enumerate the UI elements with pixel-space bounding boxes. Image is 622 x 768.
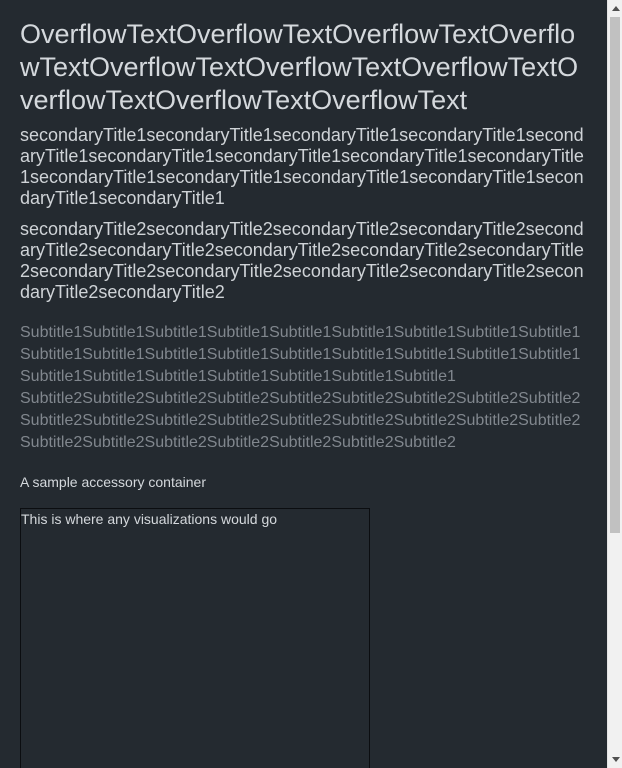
subtitle-1: Subtitle1Subtitle1Subtitle1Subtitle1Subt… xyxy=(20,324,581,385)
vertical-scrollbar[interactable] xyxy=(607,0,622,768)
page-title: OverflowTextOverflowTextOverflowTextOver… xyxy=(20,19,579,115)
scrollbar-thumb[interactable] xyxy=(610,17,620,533)
secondary-title-1: secondaryTitle1secondaryTitle1secondaryT… xyxy=(20,125,584,208)
accessory-container: A sample accessory container xyxy=(20,474,206,490)
triangle-up-icon xyxy=(611,6,620,11)
subtitle-2: Subtitle2Subtitle2Subtitle2Subtitle2Subt… xyxy=(20,390,581,451)
page-viewport: OverflowTextOverflowTextOverflowTextOver… xyxy=(0,0,607,768)
scroll-down-button[interactable] xyxy=(608,751,622,768)
triangle-down-icon xyxy=(611,757,620,762)
visualization-placeholder-text: This is where any visualizations would g… xyxy=(21,511,278,527)
visualization-container: This is where any visualizations would g… xyxy=(20,508,370,768)
subtitle-group: Subtitle1Subtitle1Subtitle1Subtitle1Subt… xyxy=(20,322,587,454)
page-header: OverflowTextOverflowTextOverflowTextOver… xyxy=(20,18,587,493)
scroll-up-button[interactable] xyxy=(608,0,622,17)
secondary-title-2: secondaryTitle2secondaryTitle2secondaryT… xyxy=(20,219,584,302)
